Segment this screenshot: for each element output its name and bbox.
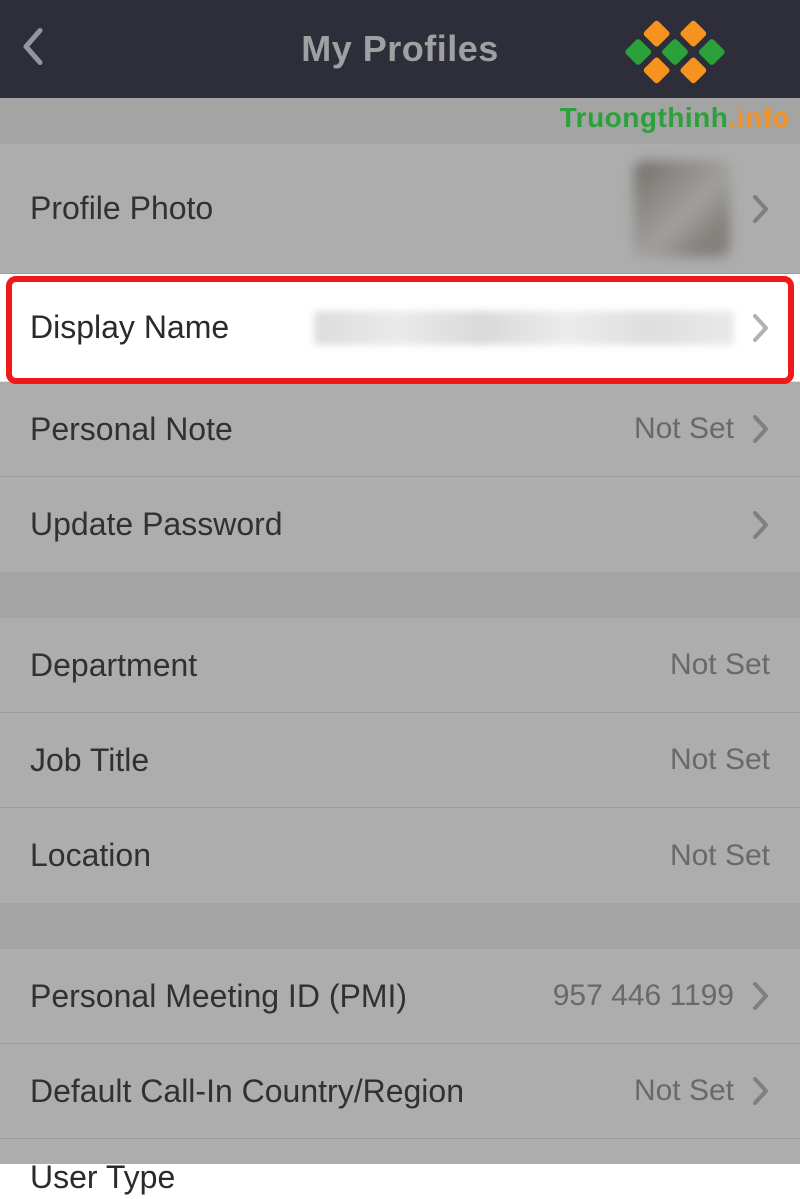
row-update-password[interactable]: Update Password xyxy=(0,477,800,572)
row-label: Personal Meeting ID (PMI) xyxy=(30,978,407,1015)
row-value: Not Set xyxy=(634,1074,734,1108)
chevron-left-icon xyxy=(20,27,44,67)
row-job-title[interactable]: Job Title Not Set xyxy=(0,713,800,808)
row-value: Not Set xyxy=(634,412,734,446)
chevron-right-icon xyxy=(752,509,770,541)
row-value: 957 446 1199 xyxy=(553,979,734,1013)
row-label: Update Password xyxy=(30,506,283,543)
chevron-right-icon xyxy=(752,193,770,225)
row-personal-note[interactable]: Personal Note Not Set xyxy=(0,382,800,477)
row-label: Default Call-In Country/Region xyxy=(30,1073,464,1110)
row-label: Location xyxy=(30,837,151,874)
back-button[interactable] xyxy=(20,27,44,72)
chevron-right-icon xyxy=(752,980,770,1012)
row-value: Not Set xyxy=(670,743,770,777)
blurred-value xyxy=(314,311,734,345)
row-profile-photo[interactable]: Profile Photo xyxy=(0,144,800,274)
chevron-right-icon xyxy=(752,312,770,344)
row-label: Department xyxy=(30,647,197,684)
row-value: Not Set xyxy=(670,839,770,873)
watermark-text: Truongthinh.info xyxy=(560,102,790,134)
row-user-type[interactable]: User Type xyxy=(0,1139,800,1199)
row-display-name[interactable]: Display Name xyxy=(0,274,800,382)
row-label: Profile Photo xyxy=(30,190,213,227)
watermark-logo-icon xyxy=(624,1,726,103)
chevron-right-icon xyxy=(752,1075,770,1107)
row-label: User Type xyxy=(30,1159,175,1196)
chevron-right-icon xyxy=(752,413,770,445)
section-divider xyxy=(0,572,800,618)
page-title: My Profiles xyxy=(301,28,499,70)
avatar xyxy=(634,161,730,257)
row-label: Job Title xyxy=(30,742,149,779)
profile-section-2: Department Not Set Job Title Not Set Loc… xyxy=(0,618,800,903)
section-divider xyxy=(0,903,800,949)
profile-section-3: Personal Meeting ID (PMI) 957 446 1199 D… xyxy=(0,949,800,1199)
row-default-callin[interactable]: Default Call-In Country/Region Not Set xyxy=(0,1044,800,1139)
row-label: Display Name xyxy=(30,309,229,346)
watermark: Truongthinh.info xyxy=(560,16,790,134)
row-label: Personal Note xyxy=(30,411,233,448)
profile-section-1: Profile Photo Display Name Personal Note… xyxy=(0,144,800,572)
row-location[interactable]: Location Not Set xyxy=(0,808,800,903)
row-department[interactable]: Department Not Set xyxy=(0,618,800,713)
row-value: Not Set xyxy=(670,648,770,682)
row-pmi[interactable]: Personal Meeting ID (PMI) 957 446 1199 xyxy=(0,949,800,1044)
